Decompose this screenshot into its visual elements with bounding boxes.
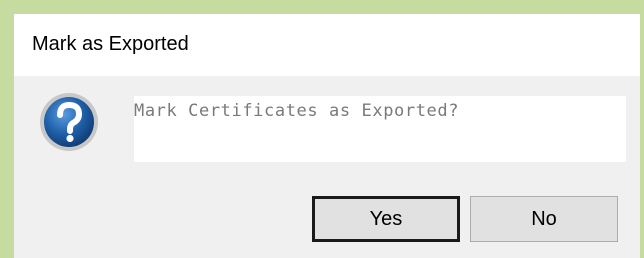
message-area: Mark Certificates as Exported?: [134, 96, 626, 162]
question-icon: [38, 91, 100, 153]
message-text: Mark Certificates as Exported?: [134, 101, 460, 121]
dialog-title: Mark as Exported: [32, 33, 189, 55]
yes-button[interactable]: Yes: [312, 196, 460, 242]
no-button[interactable]: No: [470, 196, 618, 242]
title-bar: Mark as Exported: [14, 14, 640, 76]
dialog-window: Mark as Exported Mark Certificates as Ex…: [14, 14, 640, 258]
